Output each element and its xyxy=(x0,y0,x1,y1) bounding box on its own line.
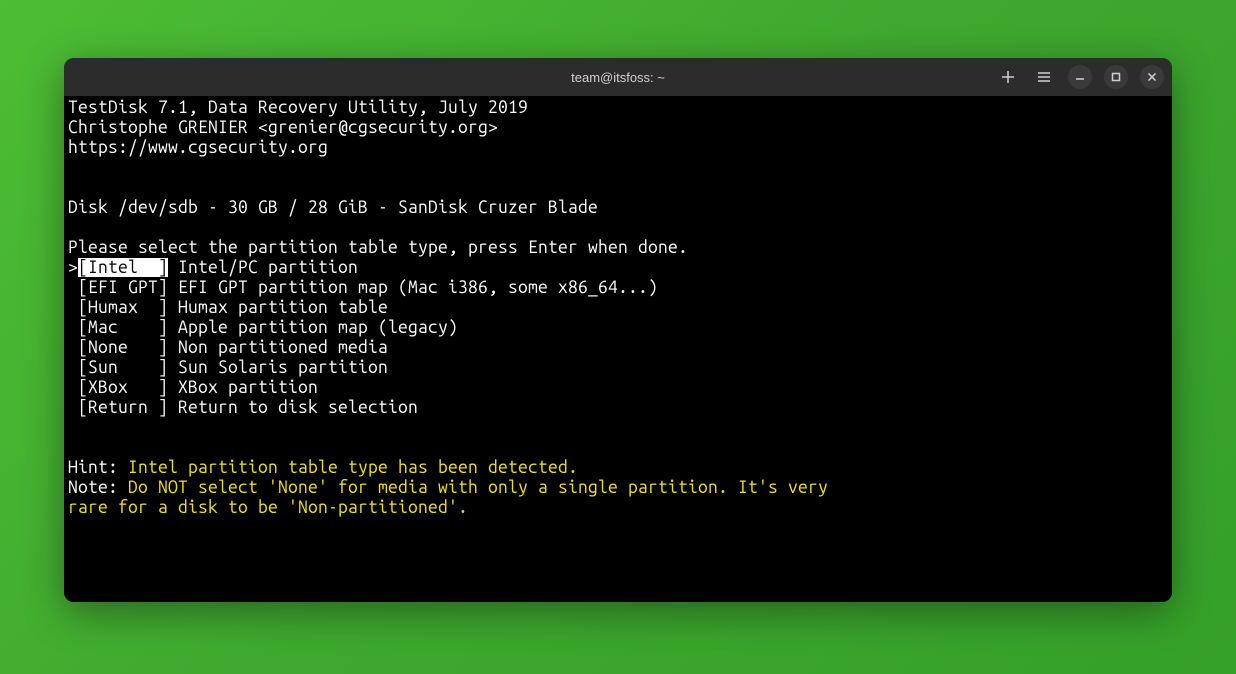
menu-item-humax-desc: Humax partition table xyxy=(168,298,388,317)
menu-item-efi-gpt-desc: EFI GPT partition map (Mac i386, some x8… xyxy=(168,278,658,297)
hint-prefix: Hint: xyxy=(68,458,128,477)
maximize-icon xyxy=(1110,71,1122,83)
menu-item-none-desc: Non partitioned media xyxy=(168,338,388,357)
hint-detected: Intel xyxy=(128,458,178,477)
minimize-icon xyxy=(1074,71,1086,83)
menu-item-mac[interactable]: [Mac ] xyxy=(68,318,168,337)
menu-item-none[interactable]: [None ] xyxy=(68,338,168,357)
titlebar-controls xyxy=(996,65,1164,89)
disk-info: Disk /dev/sdb - 30 GB / 28 GiB - SanDisk… xyxy=(68,198,598,217)
menu-item-xbox[interactable]: [XBox ] xyxy=(68,378,168,397)
minimize-button[interactable] xyxy=(1068,65,1092,89)
header-line-2: Christophe GRENIER <grenier@cgsecurity.o… xyxy=(68,118,498,137)
close-button[interactable] xyxy=(1140,65,1164,89)
menu-item-intel[interactable]: [Intel ] xyxy=(78,258,168,277)
note-prefix: Note: xyxy=(68,478,128,497)
maximize-button[interactable] xyxy=(1104,65,1128,89)
terminal-body[interactable]: TestDisk 7.1, Data Recovery Utility, Jul… xyxy=(64,96,1172,602)
hamburger-icon xyxy=(1037,70,1051,84)
menu-item-humax[interactable]: [Humax ] xyxy=(68,298,168,317)
plus-icon xyxy=(1001,70,1015,84)
menu-item-return[interactable]: [Return ] xyxy=(68,398,168,417)
menu-button[interactable] xyxy=(1032,65,1056,89)
menu-item-sun[interactable]: [Sun ] xyxy=(68,358,168,377)
terminal-window: team@itsfoss: ~ TestDisk 7.1, Data Recov… xyxy=(64,58,1172,602)
hint-rest: partition table type has been detected. xyxy=(178,458,578,477)
window-title: team@itsfoss: ~ xyxy=(571,70,665,85)
menu-item-intel-desc: Intel/PC partition xyxy=(168,258,358,277)
menu-item-xbox-desc: XBox partition xyxy=(168,378,318,397)
header-line-1: TestDisk 7.1, Data Recovery Utility, Jul… xyxy=(68,98,528,117)
prompt-text: Please select the partition table type, … xyxy=(68,238,688,257)
menu-item-return-desc: Return to disk selection xyxy=(168,398,418,417)
menu-selected-prefix: > xyxy=(68,258,78,277)
menu-item-mac-desc: Apple partition map (legacy) xyxy=(168,318,458,337)
menu-item-efi-gpt[interactable]: [EFI GPT] xyxy=(68,278,168,297)
menu-item-sun-desc: Sun Solaris partition xyxy=(168,358,388,377)
new-tab-button[interactable] xyxy=(996,65,1020,89)
close-icon xyxy=(1146,71,1158,83)
titlebar: team@itsfoss: ~ xyxy=(64,58,1172,96)
note-line-2: rare for a disk to be 'Non-partitioned'. xyxy=(68,498,468,517)
header-line-3: https://www.cgsecurity.org xyxy=(68,138,328,157)
note-line-1: Do NOT select 'None' for media with only… xyxy=(128,478,828,497)
